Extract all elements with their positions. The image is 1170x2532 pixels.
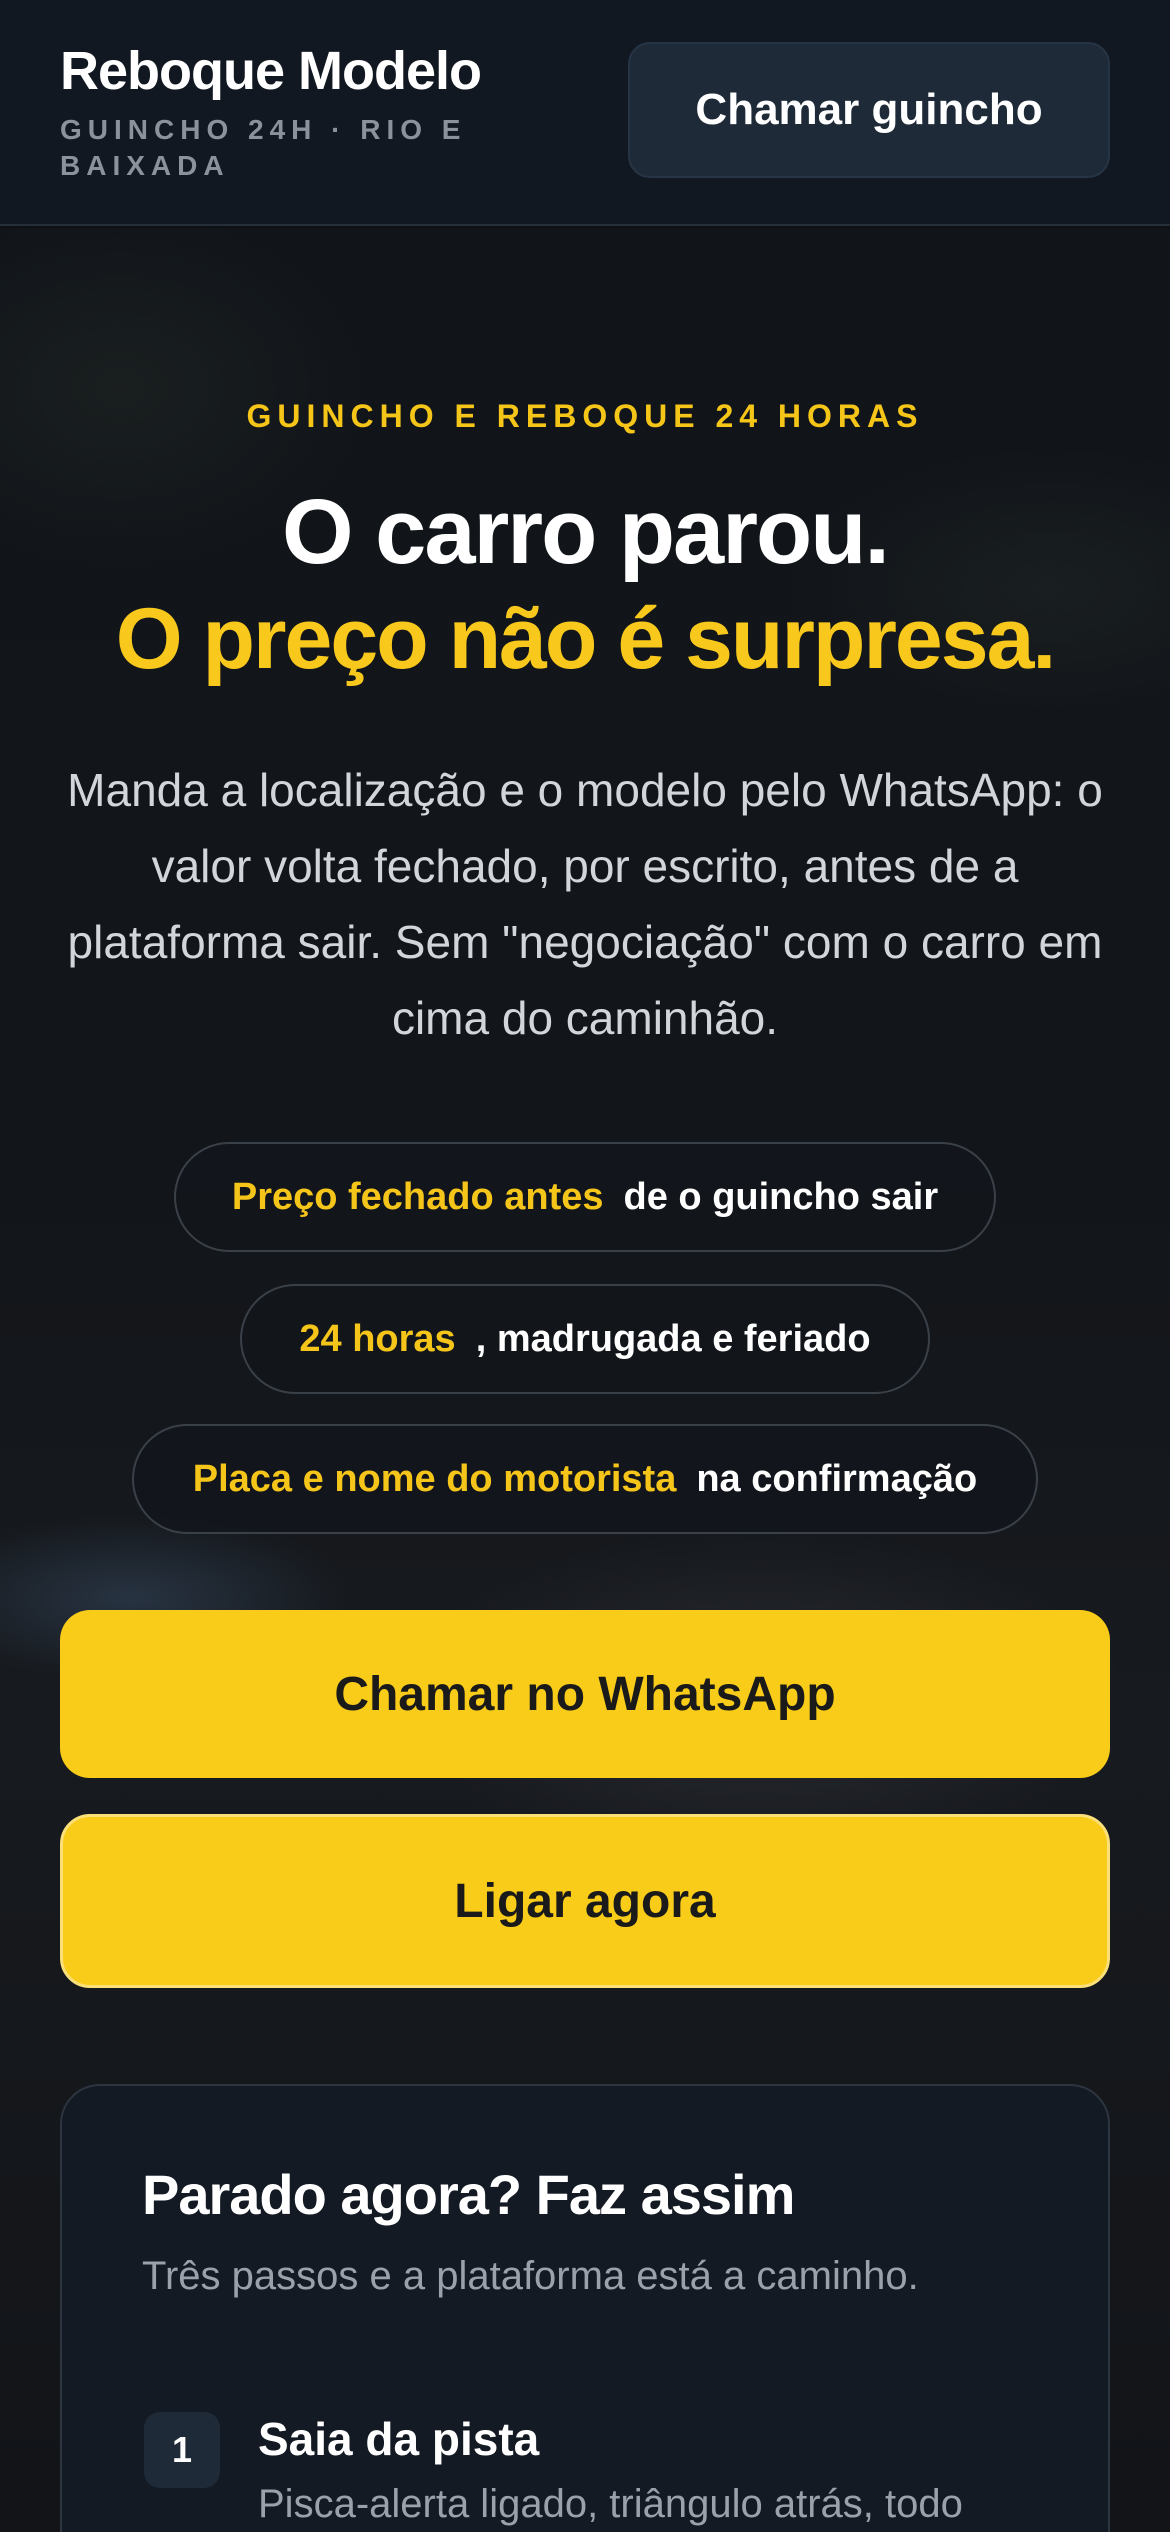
hero-headline-line2: O preço não é surpresa. bbox=[115, 591, 1057, 687]
hero-eyebrow: GUINCHO E REBOQUE 24 HORAS bbox=[246, 398, 924, 434]
feature-pill-24h: 24 horas , madrugada e feriado bbox=[240, 1284, 930, 1394]
top-bar: Reboque Modelo Guincho 24h · Rio e Baixa… bbox=[0, 0, 1170, 226]
brand-name[interactable]: Reboque Modelo bbox=[60, 40, 482, 102]
pill-text: na confirmação bbox=[696, 1457, 978, 1500]
step-title: Saia da pista bbox=[258, 2413, 540, 2465]
steps-card-subtitle: Três passos e a plataforma está a caminh… bbox=[142, 2254, 919, 2298]
pill-highlight: Preço fechado antes bbox=[231, 1175, 604, 1218]
pill-text: , madrugada e feriado bbox=[475, 1317, 871, 1360]
hero-headline-line1: O carro parou. bbox=[282, 481, 890, 583]
step-description: Pisca-alerta ligado, triângulo atrás, to… bbox=[258, 2482, 963, 2526]
call-tow-button[interactable]: Chamar guincho bbox=[628, 42, 1110, 178]
pill-highlight: Placa e nome do motorista bbox=[192, 1457, 677, 1500]
step-number-badge: 1 bbox=[144, 2412, 220, 2488]
feature-pill-fixed-price: Preço fechado antes de o guincho sair bbox=[174, 1142, 996, 1252]
hero-description: Manda a localização e o modelo pelo What… bbox=[67, 764, 1103, 1044]
brand-tagline: Guincho 24h · Rio e Baixada bbox=[60, 114, 467, 181]
pill-highlight: 24 horas bbox=[299, 1317, 456, 1360]
pill-text: de o guincho sair bbox=[623, 1175, 939, 1218]
steps-card: Parado agora? Faz assim Três passos e a … bbox=[60, 2084, 1110, 2532]
call-now-button[interactable]: Ligar agora bbox=[60, 1814, 1110, 1988]
whatsapp-button[interactable]: Chamar no WhatsApp bbox=[60, 1610, 1110, 1778]
steps-card-title: Parado agora? Faz assim bbox=[142, 2163, 795, 2226]
landing-page: Reboque Modelo Guincho 24h · Rio e Baixa… bbox=[0, 0, 1170, 2532]
feature-pill-driver-info: Placa e nome do motorista na confirmação bbox=[132, 1424, 1038, 1534]
